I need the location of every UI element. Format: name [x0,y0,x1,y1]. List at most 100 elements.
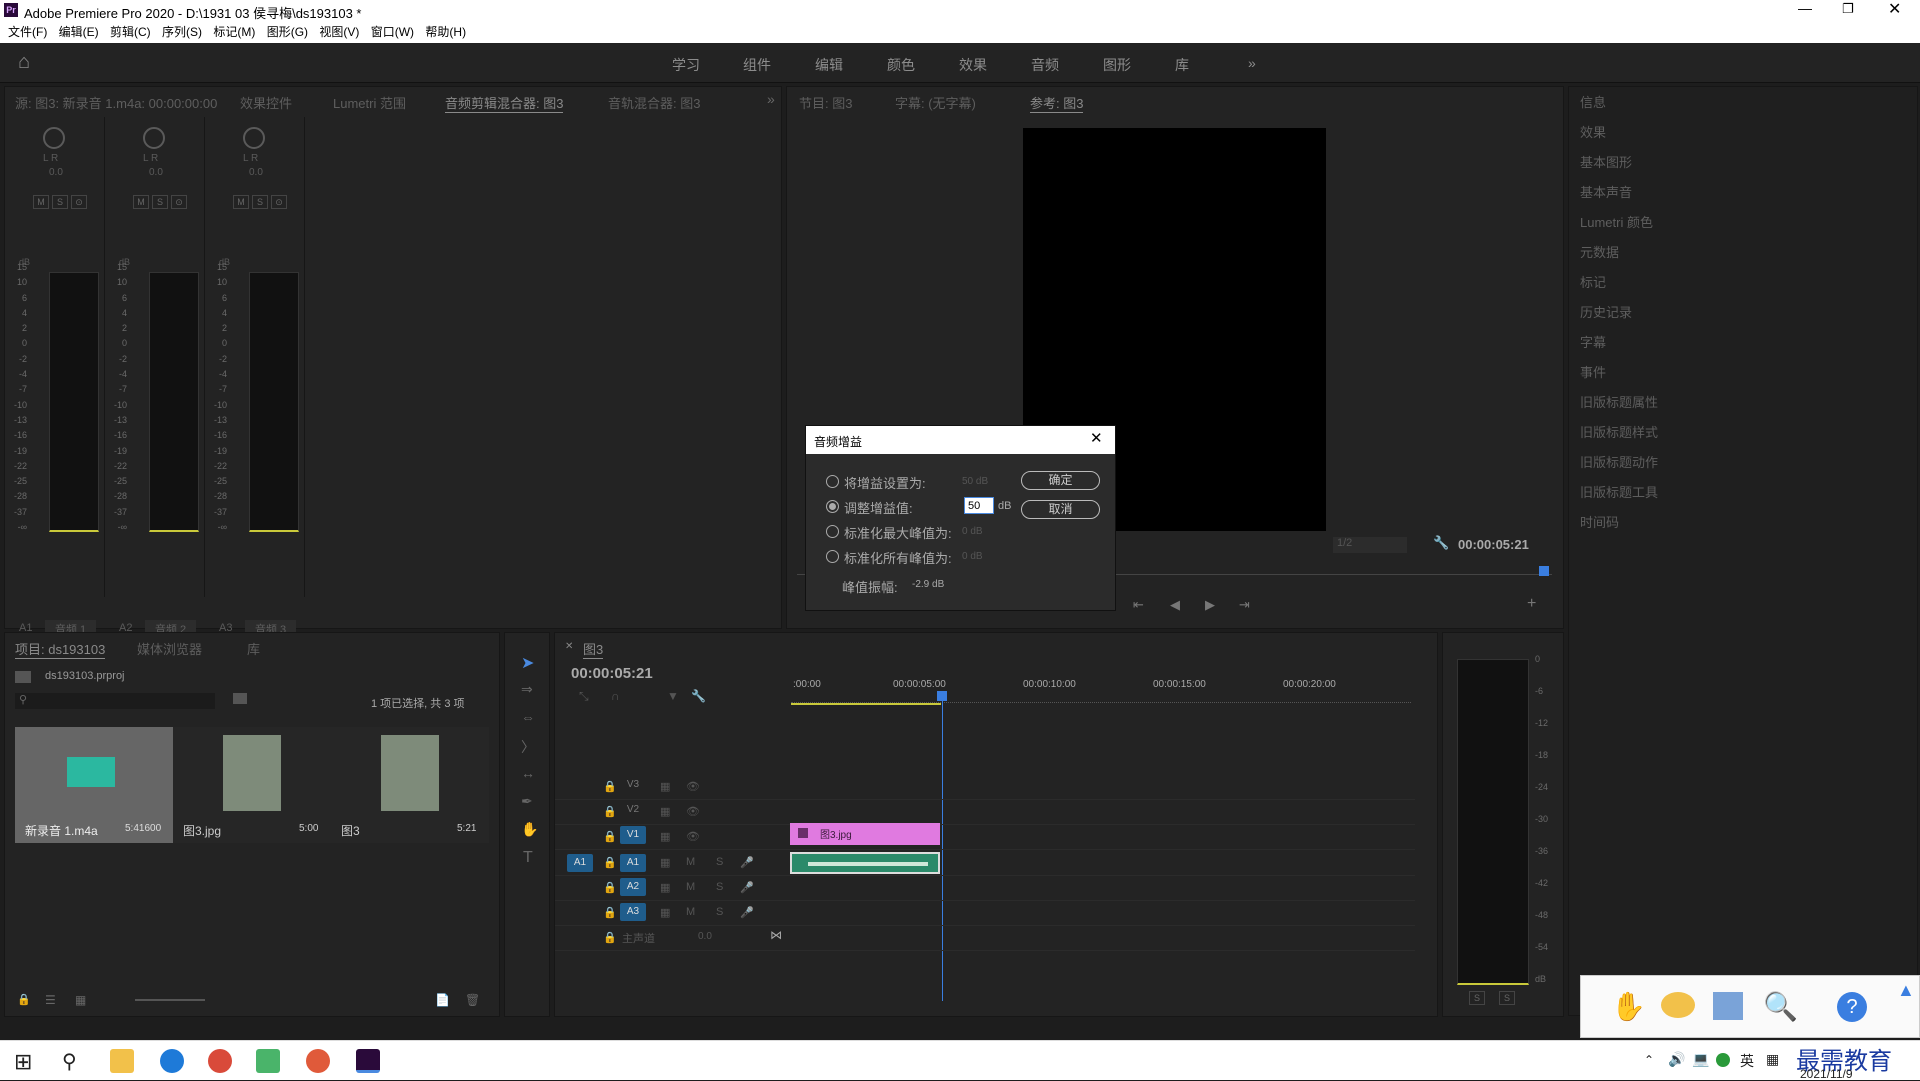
pan-knob[interactable] [43,127,65,149]
panel-timecode[interactable]: 时间码 [1580,512,1619,531]
add-button-icon[interactable]: + [1527,595,1536,613]
tab-reference[interactable]: 参考: 图3 [1030,93,1084,113]
eye-icon[interactable]: 👁 [686,830,700,843]
tab-project[interactable]: 项目: ds193103 [15,639,106,659]
pen-tool-icon[interactable]: ✒ [521,793,533,810]
export-icon[interactable] [1713,992,1743,1020]
ime-status-icon[interactable] [1716,1053,1730,1067]
zoom-select[interactable]: 1/2 [1333,537,1407,553]
work-area-bar[interactable] [791,703,941,705]
mute-button[interactable]: M [233,195,249,209]
lock-icon[interactable]: 🔒 [603,830,617,843]
panel-history[interactable]: 历史记录 [1580,302,1632,321]
record-button[interactable]: ⊙ [71,195,87,209]
solo-button[interactable]: S [1469,991,1485,1005]
program-timecode[interactable]: 00:00:05:21 [1458,537,1529,552]
menu-graphics[interactable]: 图形(G) [267,21,308,43]
windows-start-icon[interactable]: ⊞ [14,1049,32,1075]
panel-legacy-title-properties[interactable]: 旧版标题属性 [1580,392,1658,411]
bin-icon[interactable] [233,693,247,704]
volume-icon[interactable]: 🔊 [1668,1051,1685,1068]
panel-legacy-title-styles[interactable]: 旧版标题样式 [1580,422,1658,441]
pan-knob[interactable] [243,127,265,149]
tray-chevron-icon[interactable]: ⌃ [1644,1053,1654,1067]
panel-lumetri-color[interactable]: Lumetri 颜色 [1580,212,1653,231]
home-icon[interactable]: ⌂ [18,51,30,74]
lock-icon[interactable]: 🔒 [17,993,31,1006]
lock-icon[interactable]: 🔒 [603,780,617,793]
lock-icon[interactable]: 🔒 [603,881,617,894]
slip-tool-icon[interactable]: ↔ [521,765,535,781]
tab-libraries[interactable]: 库 [247,639,260,658]
video-clip[interactable]: 图3.jpg [790,823,940,845]
file-explorer-icon[interactable] [110,1049,134,1073]
lock-icon[interactable]: 🔒 [603,805,617,818]
mic-icon[interactable]: 🎤 [740,856,754,869]
more-workspaces-icon[interactable]: » [1248,55,1256,71]
menu-marker[interactable]: 标记(M) [213,21,255,43]
maximize-icon[interactable]: ❐ [1842,1,1854,17]
track-label[interactable]: A2 [620,878,646,896]
mic-icon[interactable]: 🎤 [740,906,754,919]
workspace-learn[interactable]: 学习 [672,55,700,75]
panel-metadata[interactable]: 元数据 [1580,242,1619,261]
audio-clip[interactable] [790,852,940,874]
premiere-icon[interactable] [356,1049,380,1073]
zoom-icon[interactable]: 🔍 [1763,990,1798,1023]
panel-essential-sound[interactable]: 基本声音 [1580,182,1632,201]
step-back-icon[interactable]: ◀ [1170,597,1180,613]
app2-icon[interactable] [306,1049,330,1073]
source-patch[interactable]: A1 [567,854,593,872]
sync-lock-icon[interactable]: ▦ [660,780,670,793]
snap-icon[interactable]: ⤡ [579,689,589,704]
panel-overflow-icon[interactable]: » [767,91,775,107]
tab-captions[interactable]: 字幕: (无字幕) [895,93,976,112]
panel-effects[interactable]: 效果 [1580,122,1606,141]
solo-button[interactable]: S [52,195,68,209]
project-item-audio[interactable]: 新录音 1.m4a 5:41600 [15,727,173,843]
playhead-handle[interactable] [937,691,947,701]
sync-lock-icon[interactable]: ▦ [660,830,670,843]
panel-legacy-title-tools[interactable]: 旧版标题工具 [1580,482,1658,501]
search-icon[interactable]: ⚲ [62,1049,77,1074]
panel-markers[interactable]: 标记 [1580,272,1606,291]
panel-info[interactable]: 信息 [1580,92,1606,111]
menu-edit[interactable]: 编辑(E) [59,21,99,43]
track-label[interactable]: V3 [620,776,646,794]
record-button[interactable]: ⊙ [271,195,287,209]
selection-tool-icon[interactable]: ➤ [521,653,534,673]
radio-normalize-all[interactable] [826,550,839,563]
adjust-gain-input[interactable] [964,497,994,514]
new-item-icon[interactable]: 📄 [435,993,450,1007]
radio-adjust-gain[interactable] [826,500,839,513]
radio-normalize-max[interactable] [826,525,839,538]
add-marker-icon[interactable]: ▼ [667,689,679,703]
track-label[interactable]: V2 [620,801,646,819]
pan-knob[interactable] [143,127,165,149]
tab-media-browser[interactable]: 媒体浏览器 [137,639,202,658]
step-forward-icon[interactable]: ▶ [1205,597,1215,613]
chrome-icon[interactable] [208,1049,232,1073]
menu-view[interactable]: 视图(V) [319,21,359,43]
track-select-tool-icon[interactable]: ⇒ [521,681,533,698]
go-to-in-icon[interactable]: ⇤ [1133,597,1144,613]
ripple-tool-icon[interactable]: ⇔ [521,709,535,725]
mute-button[interactable]: M [133,195,149,209]
expand-tracks-icon[interactable]: ⋈ [770,928,782,942]
eye-icon[interactable]: 👁 [686,805,700,818]
network-icon[interactable]: 💻 [1692,1051,1709,1068]
mute-button[interactable]: M [33,195,49,209]
track-label[interactable]: A3 [620,903,646,921]
edge-icon[interactable] [160,1049,184,1073]
scroll-up-icon[interactable]: ▲ [1897,980,1915,1001]
sync-lock-icon[interactable]: ▦ [660,805,670,818]
mute-icon[interactable]: M [686,906,695,918]
mute-icon[interactable]: M [686,881,695,893]
panel-events[interactable]: 事件 [1580,362,1606,381]
ok-button[interactable]: 确定 [1021,471,1100,490]
timeline-ruler[interactable] [791,693,1411,703]
workspace-color[interactable]: 颜色 [887,55,915,75]
tab-source[interactable]: 源: 图3: 新录音 1.m4a: 00:00:00:00 [15,93,217,112]
track-label[interactable]: V1 [620,826,646,844]
comment-icon[interactable] [1661,992,1695,1018]
